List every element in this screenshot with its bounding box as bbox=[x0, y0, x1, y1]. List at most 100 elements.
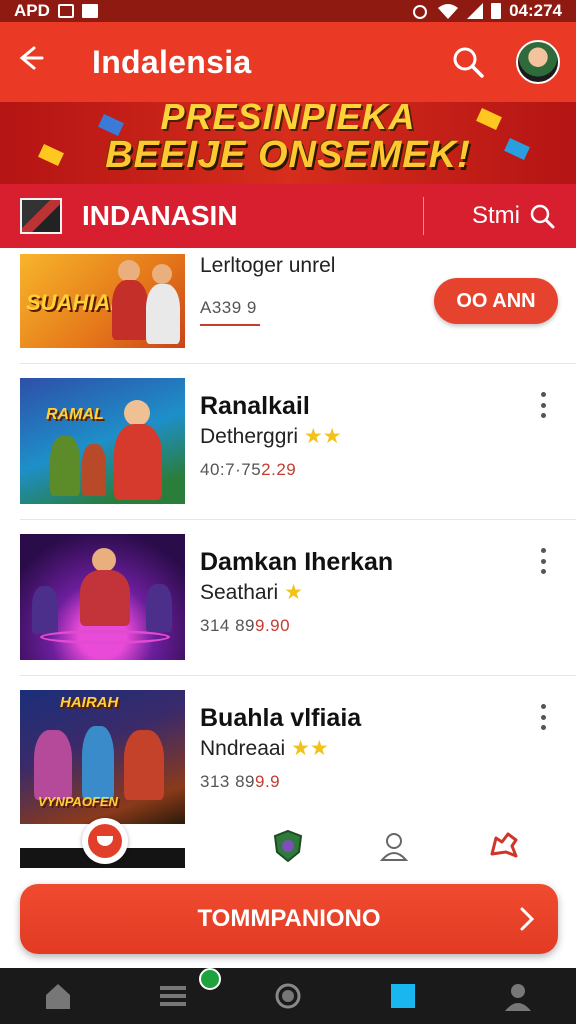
thumbnail-title: RAMAL bbox=[46, 406, 104, 423]
game-thumbnail bbox=[20, 534, 185, 660]
arrow-left-icon bbox=[19, 46, 44, 70]
character-figure bbox=[114, 424, 162, 500]
character-head bbox=[152, 264, 172, 284]
item-subtitle: Lerltoger unrel bbox=[200, 254, 336, 277]
status-carrier-text: APD bbox=[14, 1, 50, 20]
notification-icon bbox=[57, 4, 74, 18]
game-list: SUAHIAIN Lerltoger unrel A339 9 OO ANN R… bbox=[0, 248, 576, 868]
more-options-icon[interactable] bbox=[538, 548, 548, 574]
list-item[interactable]: SUAHIAIN Lerltoger unrel A339 9 OO ANN bbox=[0, 248, 576, 364]
controller-icon bbox=[490, 832, 518, 858]
item-subtitle-text: Seathari bbox=[200, 581, 279, 604]
circle-icon bbox=[275, 983, 301, 1009]
nav-profile[interactable] bbox=[494, 972, 542, 1020]
store-logo bbox=[20, 198, 62, 234]
character-figure bbox=[34, 730, 72, 800]
item-subtitle: Seathari ★ bbox=[200, 580, 303, 605]
store-search-label: Stmi bbox=[472, 202, 520, 229]
profile-tab[interactable] bbox=[376, 828, 416, 868]
store-search-button[interactable]: Stmi bbox=[472, 202, 556, 230]
glow-ring bbox=[40, 630, 170, 644]
page-title: Indalensia bbox=[92, 43, 252, 80]
item-price: 314 899.90 bbox=[200, 616, 290, 636]
store-header: INDANASIN Stmi bbox=[0, 184, 576, 248]
app-bar: Indalensia bbox=[0, 22, 576, 102]
item-price-text: 313 89 bbox=[200, 772, 255, 791]
thumbnail-subtitle: VYNPAOFEN bbox=[38, 794, 118, 809]
back-button[interactable] bbox=[16, 44, 60, 80]
character-figure bbox=[146, 284, 180, 344]
store-name: INDANASIN bbox=[82, 200, 238, 231]
item-subtitle: Nndreaai ★★ bbox=[200, 736, 329, 761]
item-price-red: 9.9 bbox=[255, 772, 281, 791]
item-price: 313 899.9 bbox=[200, 772, 280, 792]
open-button[interactable]: OO ANN bbox=[434, 278, 558, 324]
character-figure bbox=[32, 586, 58, 634]
alarm-icon bbox=[413, 5, 428, 19]
home-icon bbox=[45, 984, 70, 1009]
square-icon bbox=[391, 984, 416, 1008]
character-head bbox=[92, 548, 116, 572]
banner-title-line1: PRESINPIEKA bbox=[160, 102, 416, 137]
shield-tab[interactable] bbox=[270, 828, 310, 868]
bowl-icon bbox=[88, 824, 122, 858]
item-price-red: 9.90 bbox=[255, 616, 291, 635]
item-price: 40:7·752.29 bbox=[200, 460, 296, 480]
thumbnail-title: HAIRAH bbox=[60, 694, 119, 711]
app-notification-icon bbox=[81, 4, 98, 18]
divider bbox=[423, 197, 424, 235]
character-figure bbox=[82, 444, 106, 496]
avatar[interactable] bbox=[516, 40, 560, 84]
list-item[interactable]: RAMAL Ranalkail Detherggri ★★ 40:7·752.2… bbox=[0, 364, 576, 520]
star-icon: ★★ bbox=[303, 425, 342, 448]
promo-banner[interactable]: PRESINPIEKA BEEIJE ONSEMEK! bbox=[0, 102, 576, 184]
item-price-red: 2.29 bbox=[261, 460, 297, 479]
floating-tab-row bbox=[0, 818, 576, 872]
item-title: Damkan Iherkan bbox=[200, 548, 394, 576]
character-figure bbox=[146, 584, 172, 632]
item-price: A339 9 bbox=[200, 298, 257, 317]
character-figure bbox=[124, 730, 164, 800]
more-options-icon[interactable] bbox=[538, 392, 548, 418]
shield-icon bbox=[273, 829, 303, 863]
nav-menu[interactable] bbox=[149, 972, 197, 1020]
nav-home-circle[interactable] bbox=[264, 972, 312, 1020]
search-button[interactable] bbox=[448, 42, 488, 82]
user-icon bbox=[379, 833, 409, 861]
bottom-navigation bbox=[0, 968, 576, 1024]
search-icon bbox=[530, 204, 555, 229]
item-subtitle: Detherggri ★★ bbox=[200, 424, 342, 449]
battery-icon bbox=[491, 3, 502, 19]
wifi-icon bbox=[438, 4, 459, 19]
star-icon: ★ bbox=[284, 581, 303, 604]
signal-icon bbox=[467, 3, 484, 19]
primary-cta-button[interactable]: TOMMPANIONO bbox=[20, 884, 558, 954]
nav-home[interactable] bbox=[34, 972, 82, 1020]
item-subtitle-text: Detherggri bbox=[200, 425, 299, 448]
profile-icon bbox=[505, 984, 532, 1011]
status-time: 04:274 bbox=[509, 1, 562, 20]
item-price-text: 40:7·75 bbox=[200, 460, 262, 479]
notification-badge bbox=[199, 968, 221, 990]
character-figure bbox=[82, 726, 114, 800]
character-head bbox=[124, 400, 150, 426]
menu-icon bbox=[159, 986, 186, 1006]
chevron-right-icon bbox=[520, 907, 535, 931]
status-bar: APD 04:274 bbox=[0, 0, 576, 22]
list-item[interactable]: Damkan Iherkan Seathari ★ 314 899.90 bbox=[0, 520, 576, 676]
item-title: Ranalkail bbox=[200, 392, 310, 420]
game-thumbnail: RAMAL bbox=[20, 378, 185, 504]
favorite-button[interactable] bbox=[82, 818, 128, 864]
more-options-icon[interactable] bbox=[538, 704, 548, 730]
character-head bbox=[118, 260, 140, 282]
game-thumbnail: SUAHIAIN bbox=[20, 254, 185, 348]
banner-title-line2: BEEIJE ONSEMEK! bbox=[105, 134, 471, 176]
character-figure bbox=[50, 436, 80, 496]
nav-recents[interactable] bbox=[379, 972, 427, 1020]
character-figure bbox=[112, 280, 148, 340]
item-price-text: 314 89 bbox=[200, 616, 255, 635]
list-item[interactable]: HAIRAH VYNPAOFEN Buahla vlfiaia Nndreaai… bbox=[0, 676, 576, 836]
game-tab[interactable] bbox=[486, 828, 526, 868]
character-figure bbox=[80, 570, 130, 626]
star-icon: ★★ bbox=[291, 737, 329, 760]
